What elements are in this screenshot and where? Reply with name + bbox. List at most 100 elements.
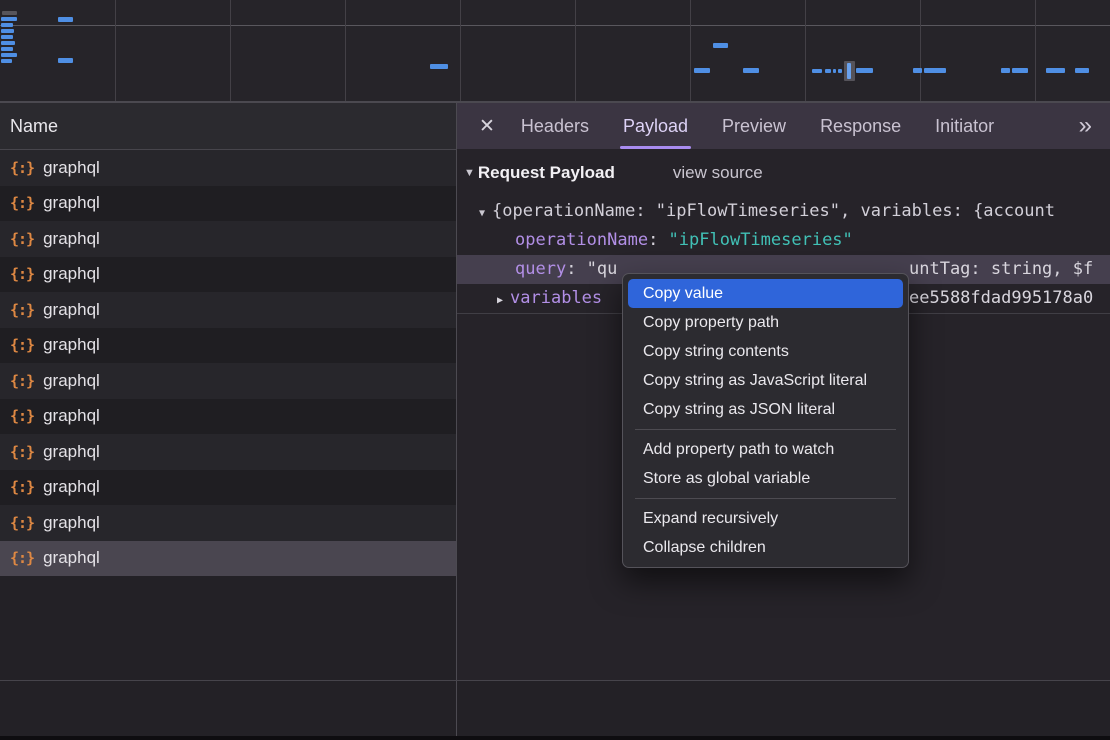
table-row[interactable]: {:} graphql [0,470,456,506]
table-row[interactable]: {:} graphql [0,434,456,470]
property-key: variables [510,288,602,308]
json-braces-icon: {:} [10,265,34,283]
request-payload-section-header: ▼ Request Payload view source [457,149,1110,197]
network-overview[interactable] [0,0,1110,101]
tab-payload[interactable]: Payload [623,103,688,149]
request-name: graphql [43,300,100,320]
overview-gridline [920,0,921,101]
timeline-bar [430,64,448,69]
request-name: graphql [43,513,100,533]
expand-triangle-icon[interactable]: ▼ [479,208,485,219]
menu-item-collapse-children[interactable]: Collapse children [628,533,903,562]
menu-item-copy-string-contents[interactable]: Copy string contents [628,337,903,366]
timeline-bar [694,68,710,73]
close-icon[interactable]: ✕ [479,115,495,138]
timeline-bar [743,68,759,73]
panel-divider [456,681,457,736]
request-name: graphql [43,477,100,497]
menu-item-expand-recursively[interactable]: Expand recursively [628,504,903,533]
overview-gridline [690,0,691,101]
json-braces-icon: {:} [10,336,34,354]
more-tabs-icon[interactable]: » [1079,103,1092,149]
table-row[interactable]: {:} graphql [0,221,456,257]
overview-horizontal-gridline [0,25,1110,26]
menu-item-copy-property-path[interactable]: Copy property path [628,308,903,337]
tab-response[interactable]: Response [820,103,901,149]
timeline-bar [856,68,873,73]
overview-gridline [805,0,806,101]
window-bottom-edge [0,736,1110,740]
summary-footer [0,680,1110,736]
collapsed-triangle-icon[interactable]: ▶ [497,295,503,306]
tab-headers[interactable]: Headers [521,103,589,149]
timeline-bar [1,29,14,33]
json-braces-icon: {:} [10,194,34,212]
timeline-bar [1,35,13,39]
timeline-bar [812,69,822,73]
timeline-bar [1012,68,1028,73]
overview-gridline [1035,0,1036,101]
table-row[interactable]: {:}graphql [0,186,456,222]
request-payload-title: Request Payload [478,163,615,183]
view-source-link[interactable]: view source [673,163,763,183]
network-main-split: Name {:}graphql{:}graphql{:}graphql{:}gr… [0,103,1110,681]
property-key: operationName [515,230,648,250]
timeline-bar [1,41,15,45]
table-row[interactable]: {:} graphql [0,292,456,328]
tab-preview[interactable]: Preview [722,103,786,149]
menu-item-copy-string-as-javascript-literal[interactable]: Copy string as JavaScript literal [628,366,903,395]
request-name: graphql [43,442,100,462]
menu-item-add-property-path-to-watch[interactable]: Add property path to watch [628,435,903,464]
timeline-bar [833,69,836,73]
overview-gridline [460,0,461,101]
timeline-bar [847,63,851,79]
timeline-bar [924,68,946,73]
json-braces-icon: {:} [10,301,34,319]
collapse-triangle-icon[interactable]: ▼ [464,167,475,179]
request-list: {:} graphql {:} graphql {:} graphql {:} graphql… [0,150,456,681]
table-row[interactable]: {:}graphql [0,150,456,186]
json-braces-icon: {:} [10,159,34,177]
table-row[interactable]: {:}graphql [0,363,456,399]
json-braces-icon: {:} [10,230,34,248]
timeline-bar [58,17,73,22]
menu-item-store-as-global-variable[interactable]: Store as global variable [628,464,903,493]
table-row[interactable]: {:}graphql [0,328,456,364]
name-column-header[interactable]: Name [0,103,456,150]
property-value-string: "ipFlowTimeseries" [669,230,853,250]
table-row[interactable]: {:}graphql [0,257,456,293]
property-key: query [515,259,566,279]
query-value-end: untTag: string, $f [909,255,1093,284]
timeline-bar [713,43,728,48]
timeline-bar [1,53,17,57]
payload-root-row[interactable]: ▼{operationName: "ipFlowTimeseries", var… [457,197,1110,226]
menu-item-copy-value[interactable]: Copy value [628,279,903,308]
json-braces-icon: {:} [10,443,34,461]
overview-gridline [345,0,346,101]
menu-item-copy-string-as-json-literal[interactable]: Copy string as JSON literal [628,395,903,424]
request-name: graphql [43,371,100,391]
timeline-bar [1,47,13,51]
colon: : [566,259,586,279]
tab-initiator[interactable]: Initiator [935,103,994,149]
timeline-bar [58,58,73,63]
table-row[interactable]: {:}graphql [0,399,456,435]
json-braces-icon: {:} [10,514,34,532]
timeline-bar [1001,68,1010,73]
variables-value-end: ee5588fdad995178a0 [909,284,1093,313]
json-braces-icon: {:} [10,478,34,496]
json-braces-icon: {:} [10,407,34,425]
menu-separator [635,429,896,430]
timeline-bar [1046,68,1065,73]
request-name: graphql [43,229,100,249]
table-row[interactable]: {:}graphql [0,541,456,577]
request-name: graphql [43,548,100,568]
timeline-bar [838,69,842,73]
colon: : [648,230,668,250]
timeline-bar [825,69,831,73]
overview-gridline [575,0,576,101]
query-value-start: "qu [587,259,618,279]
table-row[interactable]: {:} graphql [0,505,456,541]
operation-name-row[interactable]: operationName: "ipFlowTimeseries" [457,226,1110,255]
overview-gridline [115,0,116,101]
